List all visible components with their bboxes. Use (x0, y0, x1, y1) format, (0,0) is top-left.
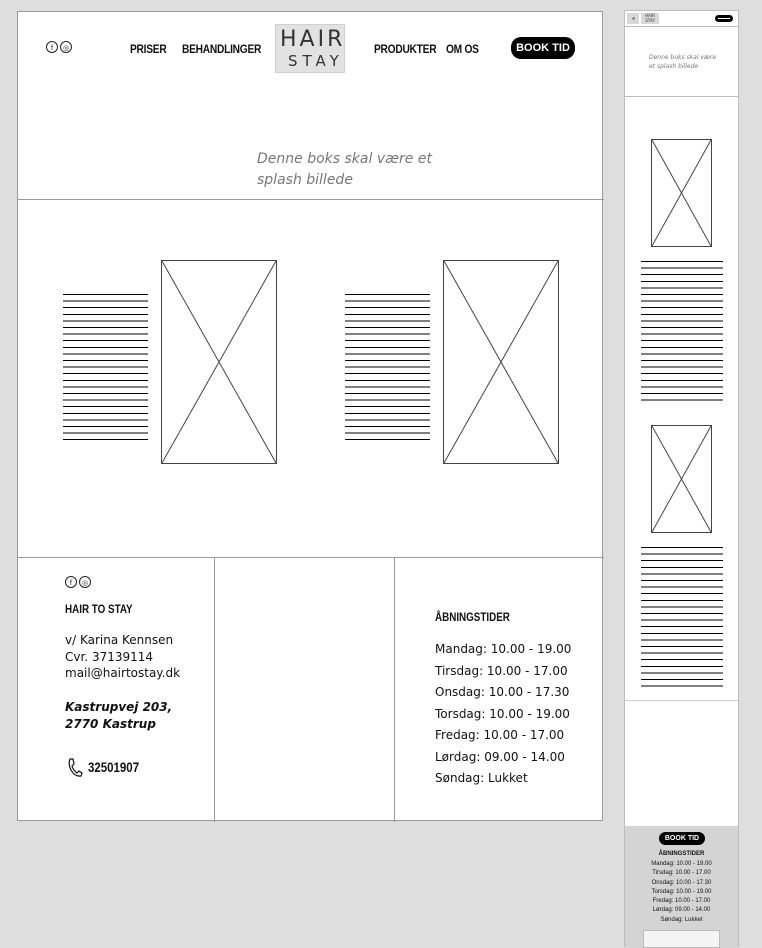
footer-contact-column: f ◎ HAIR TO STAY v/ Karina Kennsen Cvr. … (18, 558, 215, 822)
mobile-hours-title: ÅBNINGSTIDER (658, 851, 705, 857)
image-placeholder (161, 260, 277, 464)
header-section: f ◎ PRISER BEHANDLINGER HAIR STAY PRODUK… (18, 12, 604, 200)
footer-section: f ◎ HAIR TO STAY v/ Karina Kennsen Cvr. … (18, 557, 604, 822)
mobile-image-placeholder (651, 139, 712, 247)
text-placeholder-lines (345, 294, 430, 446)
footer-address: Kastrupvej 203, 2770 Kastrup (65, 699, 172, 732)
footer-company-name: HAIR TO STAY (65, 602, 133, 616)
hours-row: Søndag: Lukket (435, 771, 528, 785)
mobile-footer: BOOK TID ÅBNINGSTIDER Mandag: 10.00 - 19… (625, 826, 738, 948)
mobile-wireframe: ◂ HAIR STAY Denne boks skal være et spla… (624, 10, 739, 948)
mobile-back-icon[interactable]: ◂ (627, 13, 639, 24)
hamburger-menu-icon[interactable] (715, 15, 733, 22)
opening-hours-title: ÅBNINGSTIDER (435, 610, 510, 624)
phone-icon (67, 758, 83, 782)
mobile-splash-text: Denne boks skal være et splash billede (649, 54, 717, 70)
contact-line[interactable]: mail@hairtostay.dk (65, 665, 180, 682)
mobile-hours-row: Lørdag: 09.00 - 14.00 (652, 907, 711, 914)
address-line: Kastrupvej 203, (65, 700, 173, 714)
mobile-text-placeholder-lines (641, 261, 723, 403)
footer-hours-column: ÅBNINGSTIDER Mandag: 10.00 - 19.00 Tirsd… (395, 558, 602, 822)
contact-line: Cvr. 37139114 (65, 649, 154, 664)
nav-item-behandlinger[interactable]: BEHANDLINGER (182, 42, 261, 56)
nav-item-priser[interactable]: PRISER (130, 42, 167, 56)
logo-text-bottom: STAY (288, 52, 344, 70)
instagram-icon[interactable]: ◎ (60, 41, 72, 53)
address-line: 2770 Kastrup (65, 716, 156, 731)
splash-placeholder-text: Denne boks skal være et splash billede (257, 151, 432, 188)
mobile-hours-row: Onsdag: 10.00 - 17.30 (651, 879, 712, 886)
logo[interactable]: HAIR STAY (275, 24, 345, 73)
footer-phone-number[interactable]: 32501907 (88, 759, 139, 775)
mobile-hours-row: Søndag: Lukket (660, 916, 703, 923)
footer-contact-info: v/ Karina Kennsen Cvr. 37139114 mail@hai… (65, 632, 180, 682)
image-placeholder (443, 260, 559, 464)
nav-item-om-os[interactable]: OM OS (446, 42, 479, 56)
desktop-wireframe: f ◎ PRISER BEHANDLINGER HAIR STAY PRODUK… (17, 11, 604, 822)
logo-text-top: HAIR (280, 27, 346, 52)
footer-map-column (215, 558, 395, 822)
text-placeholder-lines (63, 294, 148, 446)
mobile-hours-row: Tirsdag: 10.00 - 17.00 (652, 870, 711, 877)
mobile-hours-list: Mandag: 10.00 - 19.00 Tirsdag: 10.00 - 1… (625, 861, 738, 926)
mobile-empty-section (625, 700, 738, 826)
facebook-icon[interactable]: f (65, 576, 77, 588)
contact-line: v/ Karina Kennsen (65, 633, 174, 647)
mobile-book-tid-button[interactable]: BOOK TID (659, 832, 705, 845)
opening-hours-list: Mandag: 10.00 - 19.00 Tirsdag: 10.00 - 1… (435, 642, 571, 793)
mobile-image-placeholder (651, 425, 712, 533)
nav-item-produkter[interactable]: PRODUKTER (374, 42, 437, 56)
mobile-logo[interactable]: HAIR STAY (641, 13, 659, 24)
book-tid-button[interactable]: BOOK TID (511, 37, 575, 59)
facebook-icon[interactable]: f (46, 41, 58, 53)
hours-row: Torsdag: 10.00 - 19.00 (435, 706, 570, 721)
hours-row: Mandag: 10.00 - 19.00 (435, 642, 572, 656)
mobile-header: ◂ HAIR STAY (625, 11, 738, 27)
hours-row: Onsdag: 10.00 - 17.30 (435, 685, 570, 699)
mobile-splash: Denne boks skal være et splash billede (625, 27, 738, 97)
mobile-hours-row: Fredag: 10.00 - 17.00 (652, 898, 711, 905)
instagram-icon[interactable]: ◎ (79, 576, 91, 588)
mobile-hours-row: Mandag: 10.00 - 19.00 (651, 861, 712, 867)
mobile-text-placeholder-lines (641, 547, 723, 689)
footer-social-icons: f ◎ (65, 576, 91, 588)
hours-row: Fredag: 10.00 - 17.00 (435, 728, 565, 742)
social-icons: f ◎ (46, 41, 72, 53)
hours-row: Lørdag: 09.00 - 14.00 (435, 749, 565, 764)
hours-row: Tirsdag: 10.00 - 17.00 (435, 663, 568, 678)
mobile-map-placeholder[interactable] (643, 930, 720, 948)
mobile-hours-row: Torsdag: 10.00 - 19.00 (651, 888, 712, 895)
